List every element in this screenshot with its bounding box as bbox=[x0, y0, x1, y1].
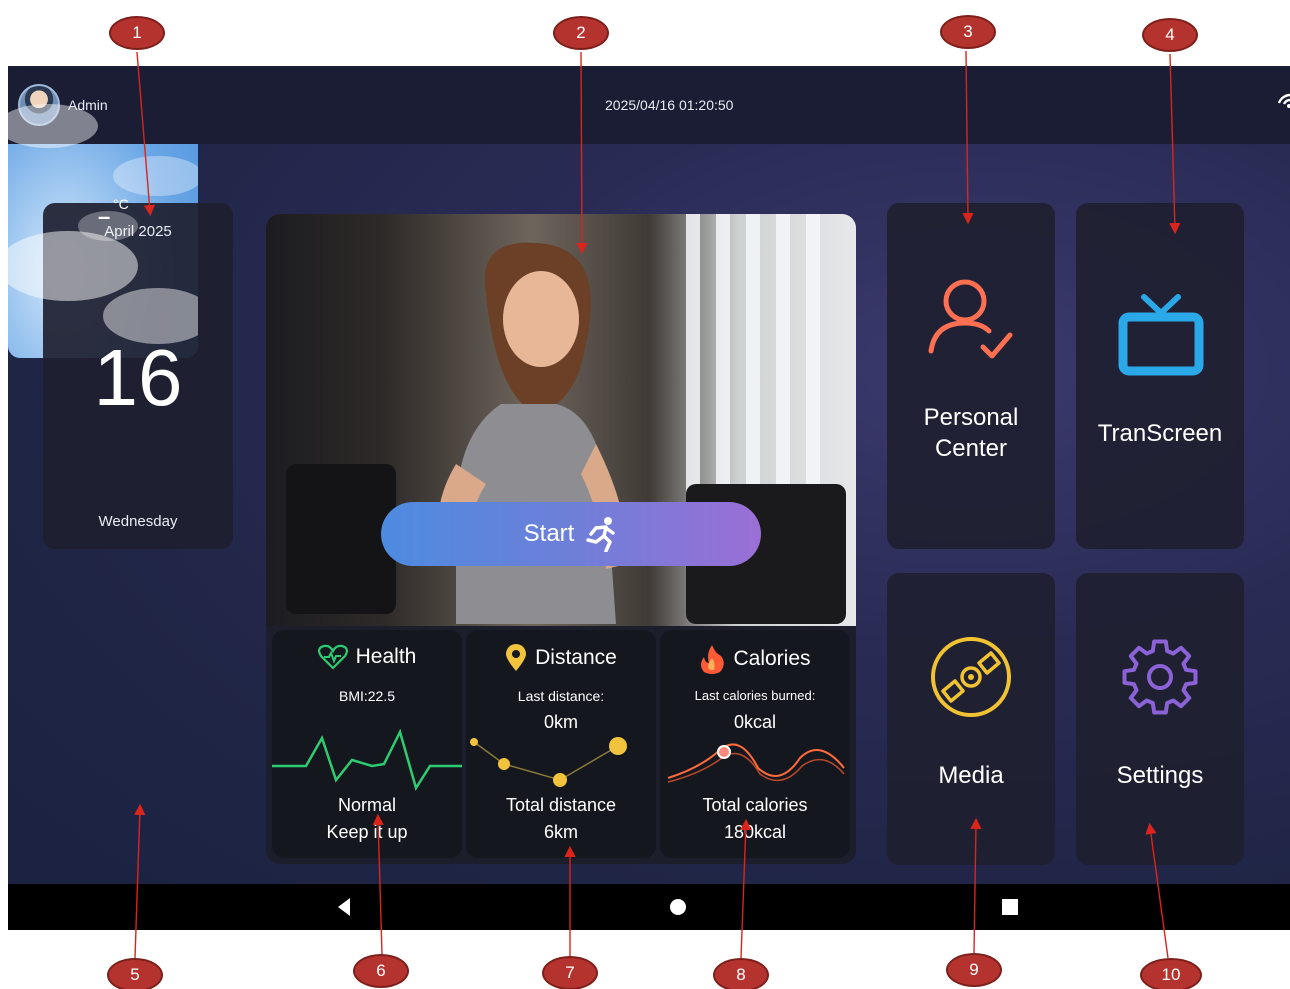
callout-8: 8 bbox=[713, 958, 769, 989]
callout-9: 9 bbox=[946, 953, 1002, 987]
callout-5: 5 bbox=[107, 958, 163, 989]
callout-1: 1 bbox=[109, 16, 165, 50]
callout-4: 4 bbox=[1142, 18, 1198, 52]
annotated-screenshot: Admin 2025/04/16 01:20:50 April 2025 16 … bbox=[0, 0, 1290, 989]
callout-3: 3 bbox=[940, 15, 996, 49]
callout-2: 2 bbox=[553, 16, 609, 50]
callout-6: 6 bbox=[353, 954, 409, 988]
callout-10: 10 bbox=[1140, 958, 1202, 989]
callout-arrows bbox=[134, 50, 1181, 959]
callout-7: 7 bbox=[542, 956, 598, 989]
